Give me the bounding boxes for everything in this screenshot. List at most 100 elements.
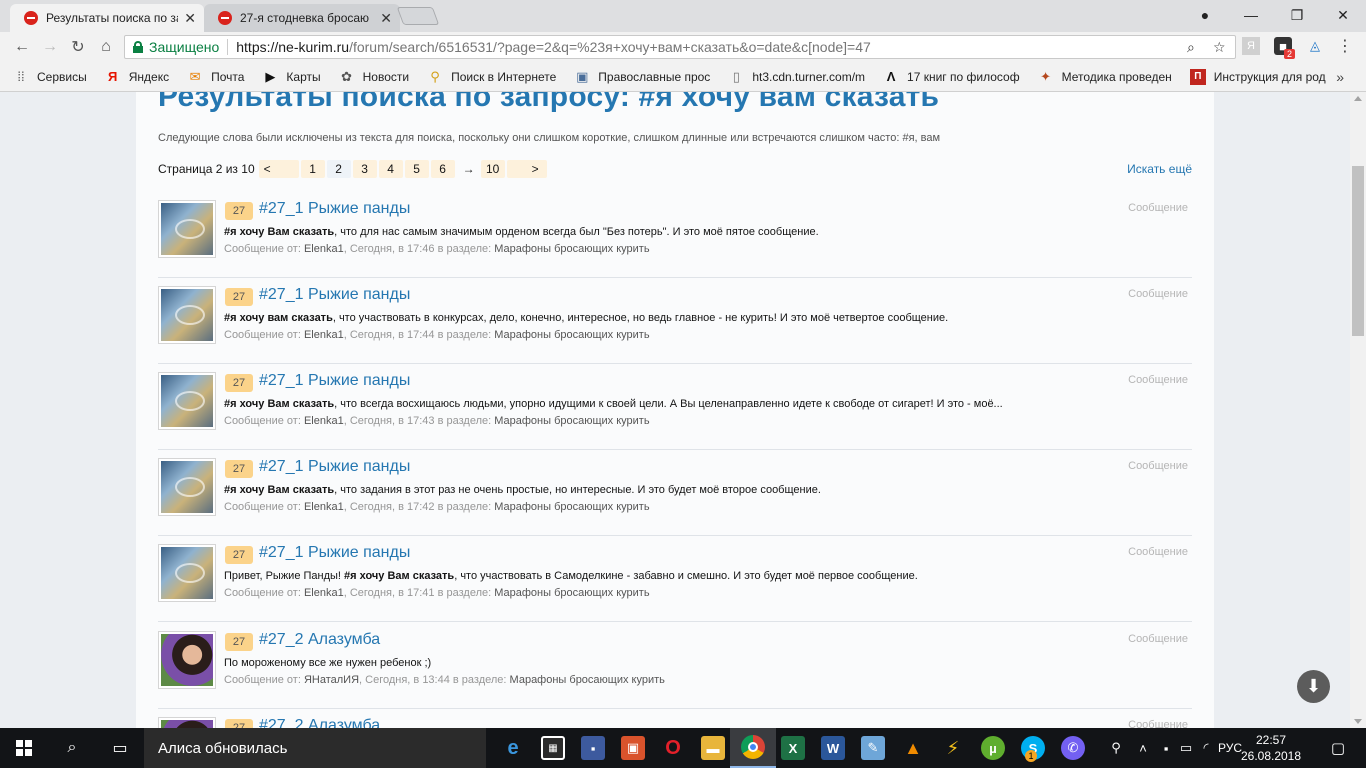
back-arrow-icon[interactable]: ← bbox=[10, 36, 34, 58]
page-link-5[interactable]: 5 bbox=[404, 160, 429, 178]
section-link[interactable]: Марафоны бросающих курить bbox=[494, 587, 649, 599]
start-button[interactable] bbox=[0, 728, 48, 768]
bookmark-philosophy-books[interactable]: Ʌ 17 книг по философ bbox=[883, 69, 1020, 85]
action-center-icon[interactable]: ▢ bbox=[1318, 728, 1358, 768]
result-title-link[interactable]: #27_1 Рыжие панды bbox=[259, 372, 410, 390]
bookmark-yandex[interactable]: Я Яндекс bbox=[105, 69, 169, 85]
bookmark-mail[interactable]: ✉ Почта bbox=[187, 68, 245, 85]
close-icon[interactable]: ✕ bbox=[380, 10, 392, 27]
alice-notification[interactable]: Алиса обновилась bbox=[144, 728, 486, 768]
address-bar[interactable]: Защищено https://ne-kurim.ru /forum/sear… bbox=[124, 35, 1236, 59]
avatar[interactable] bbox=[158, 717, 216, 728]
bookmark-orthodox[interactable]: ▣ Православные прос bbox=[574, 69, 710, 85]
tab-search-results[interactable]: Результаты поиска по за ✕ bbox=[10, 4, 204, 32]
network-icon[interactable]: ◜ bbox=[1196, 728, 1216, 768]
apps-icon: ⁞⁞ bbox=[17, 69, 25, 84]
bookmarks-overflow-icon[interactable]: » bbox=[1336, 69, 1344, 85]
section-link[interactable]: Марафоны бросающих курить bbox=[494, 329, 649, 341]
result-meta: Сообщение от: Elenka1, Сегодня, в 17:41 … bbox=[224, 587, 650, 599]
maps-icon: ▶ bbox=[265, 68, 276, 84]
zoom-icon[interactable]: ⌕ bbox=[1187, 39, 1195, 56]
search-icon[interactable]: ⌕ bbox=[48, 728, 96, 768]
excluded-words-notice: Следующие слова были исключены из текста… bbox=[158, 132, 941, 144]
sync-extension-icon[interactable]: ◬ bbox=[1306, 37, 1324, 55]
author-link[interactable]: Elenka1 bbox=[304, 501, 344, 513]
bookmark-method[interactable]: ✦ Методика проведен bbox=[1038, 69, 1172, 85]
bookmark-turner[interactable]: ▯ ht3.cdn.turner.com/m bbox=[728, 69, 865, 85]
tray-app-icon[interactable]: ▪ bbox=[1156, 728, 1176, 768]
search-more-link[interactable]: Искать ещё bbox=[1127, 162, 1192, 176]
author-link[interactable]: ЯНаталИЯ bbox=[304, 674, 359, 686]
scroll-down-icon[interactable] bbox=[1354, 719, 1362, 724]
tray-chevron-icon[interactable]: ˄ bbox=[1132, 728, 1154, 768]
avatar[interactable] bbox=[158, 200, 216, 258]
author-link[interactable]: Elenka1 bbox=[304, 415, 344, 427]
section-link[interactable]: Марафоны бросающих курить bbox=[494, 243, 649, 255]
menu-kebab-icon[interactable]: ⋮ bbox=[1336, 37, 1354, 55]
scroll-up-icon[interactable] bbox=[1354, 96, 1362, 101]
home-icon[interactable]: ⌂ bbox=[94, 36, 118, 58]
prev-page-button[interactable]: < bbox=[258, 160, 299, 178]
search-result: 27 #27_2 Алазумба Сообщение bbox=[158, 709, 1192, 728]
taskbar-viber[interactable]: ✆ bbox=[1050, 728, 1096, 768]
bookmark-star-icon[interactable]: ☆ bbox=[1213, 39, 1226, 56]
reload-icon[interactable]: ↻ bbox=[66, 36, 90, 58]
profile-icon[interactable]: ● bbox=[1182, 0, 1228, 30]
result-title-link[interactable]: #27_1 Рыжие панды bbox=[259, 458, 410, 476]
result-meta: Сообщение от: Elenka1, Сегодня, в 17:46 … bbox=[224, 243, 650, 255]
avatar[interactable] bbox=[158, 372, 216, 430]
result-title-link[interactable]: #27_2 Алазумба bbox=[259, 717, 380, 728]
scroll-to-bottom-button[interactable]: ⬇ bbox=[1297, 670, 1330, 703]
result-snippet: По мороженому все же нужен ребенок ;) bbox=[224, 657, 432, 669]
result-title-link[interactable]: #27_2 Алазумба bbox=[259, 631, 380, 649]
section-link[interactable]: Марафоны бросающих курить bbox=[510, 674, 665, 686]
minimize-button[interactable]: — bbox=[1228, 0, 1274, 30]
new-tab-button[interactable] bbox=[396, 7, 440, 25]
page-link-4[interactable]: 4 bbox=[378, 160, 403, 178]
author-link[interactable]: Elenka1 bbox=[304, 587, 344, 599]
task-view-icon[interactable]: ▭ bbox=[96, 728, 144, 768]
result-type: Сообщение bbox=[1128, 460, 1188, 472]
clock[interactable]: 22:57 26.08.2018 bbox=[1240, 732, 1302, 764]
page-link-3[interactable]: 3 bbox=[352, 160, 377, 178]
author-link[interactable]: Elenka1 bbox=[304, 329, 344, 341]
mail-icon: ✉ bbox=[189, 68, 201, 84]
yandex-extension-icon[interactable]: Я bbox=[1242, 37, 1260, 55]
bookmark-services[interactable]: ⁞⁞ Сервисы bbox=[13, 69, 86, 85]
tab-stodnevka[interactable]: 27-я стодневка бросаю ✕ bbox=[204, 4, 400, 32]
section-link[interactable]: Марафоны бросающих курить bbox=[494, 415, 649, 427]
page-link-10[interactable]: 10 bbox=[480, 160, 505, 178]
avatar[interactable] bbox=[158, 286, 216, 344]
news-icon: ✿ bbox=[341, 68, 353, 84]
search-highlight: #я хочу Вам сказать bbox=[344, 570, 455, 582]
page-link-6[interactable]: 6 bbox=[430, 160, 455, 178]
avatar[interactable] bbox=[158, 631, 216, 689]
search-result: 27 #27_1 Рыжие панды Сообщение #я хочу в… bbox=[158, 278, 1192, 364]
result-title-link[interactable]: #27_1 Рыжие панды bbox=[259, 286, 410, 304]
battery-icon[interactable]: ▭ bbox=[1176, 728, 1196, 768]
scroll-thumb[interactable] bbox=[1352, 166, 1364, 336]
forward-arrow-icon[interactable]: → bbox=[38, 36, 62, 58]
bookmark-maps[interactable]: ▶ Карты bbox=[262, 69, 320, 85]
avatar[interactable] bbox=[158, 458, 216, 516]
vertical-scrollbar[interactable] bbox=[1350, 92, 1366, 728]
close-window-button[interactable]: ✕ bbox=[1320, 0, 1366, 30]
bookmark-internet-search[interactable]: ⚲ Поиск в Интернете bbox=[427, 69, 556, 85]
people-icon[interactable]: ⚲ bbox=[1104, 728, 1128, 768]
tab-strip: Результаты поиска по за ✕ 27-я стодневка… bbox=[0, 0, 1366, 32]
maximize-button[interactable]: ❐ bbox=[1274, 0, 1320, 30]
page-link-2-current[interactable]: 2 bbox=[326, 160, 351, 178]
bookmark-instruction[interactable]: П Инструкция для род bbox=[1189, 68, 1326, 85]
result-snippet: #я хочу Вам сказать, что задания в этот … bbox=[224, 484, 821, 496]
close-icon[interactable]: ✕ bbox=[184, 10, 196, 27]
next-page-button[interactable]: > bbox=[506, 160, 547, 178]
result-title-link[interactable]: #27_1 Рыжие панды bbox=[259, 200, 410, 218]
page-link-1[interactable]: 1 bbox=[300, 160, 325, 178]
author-link[interactable]: Elenka1 bbox=[304, 243, 344, 255]
edge-icon: e bbox=[507, 736, 519, 759]
section-link[interactable]: Марафоны бросающих курить bbox=[494, 501, 649, 513]
result-title-link[interactable]: #27_1 Рыжие панды bbox=[259, 544, 410, 562]
chrome-icon bbox=[741, 735, 765, 759]
bookmark-news[interactable]: ✿ Новости bbox=[339, 69, 409, 85]
avatar[interactable] bbox=[158, 544, 216, 602]
